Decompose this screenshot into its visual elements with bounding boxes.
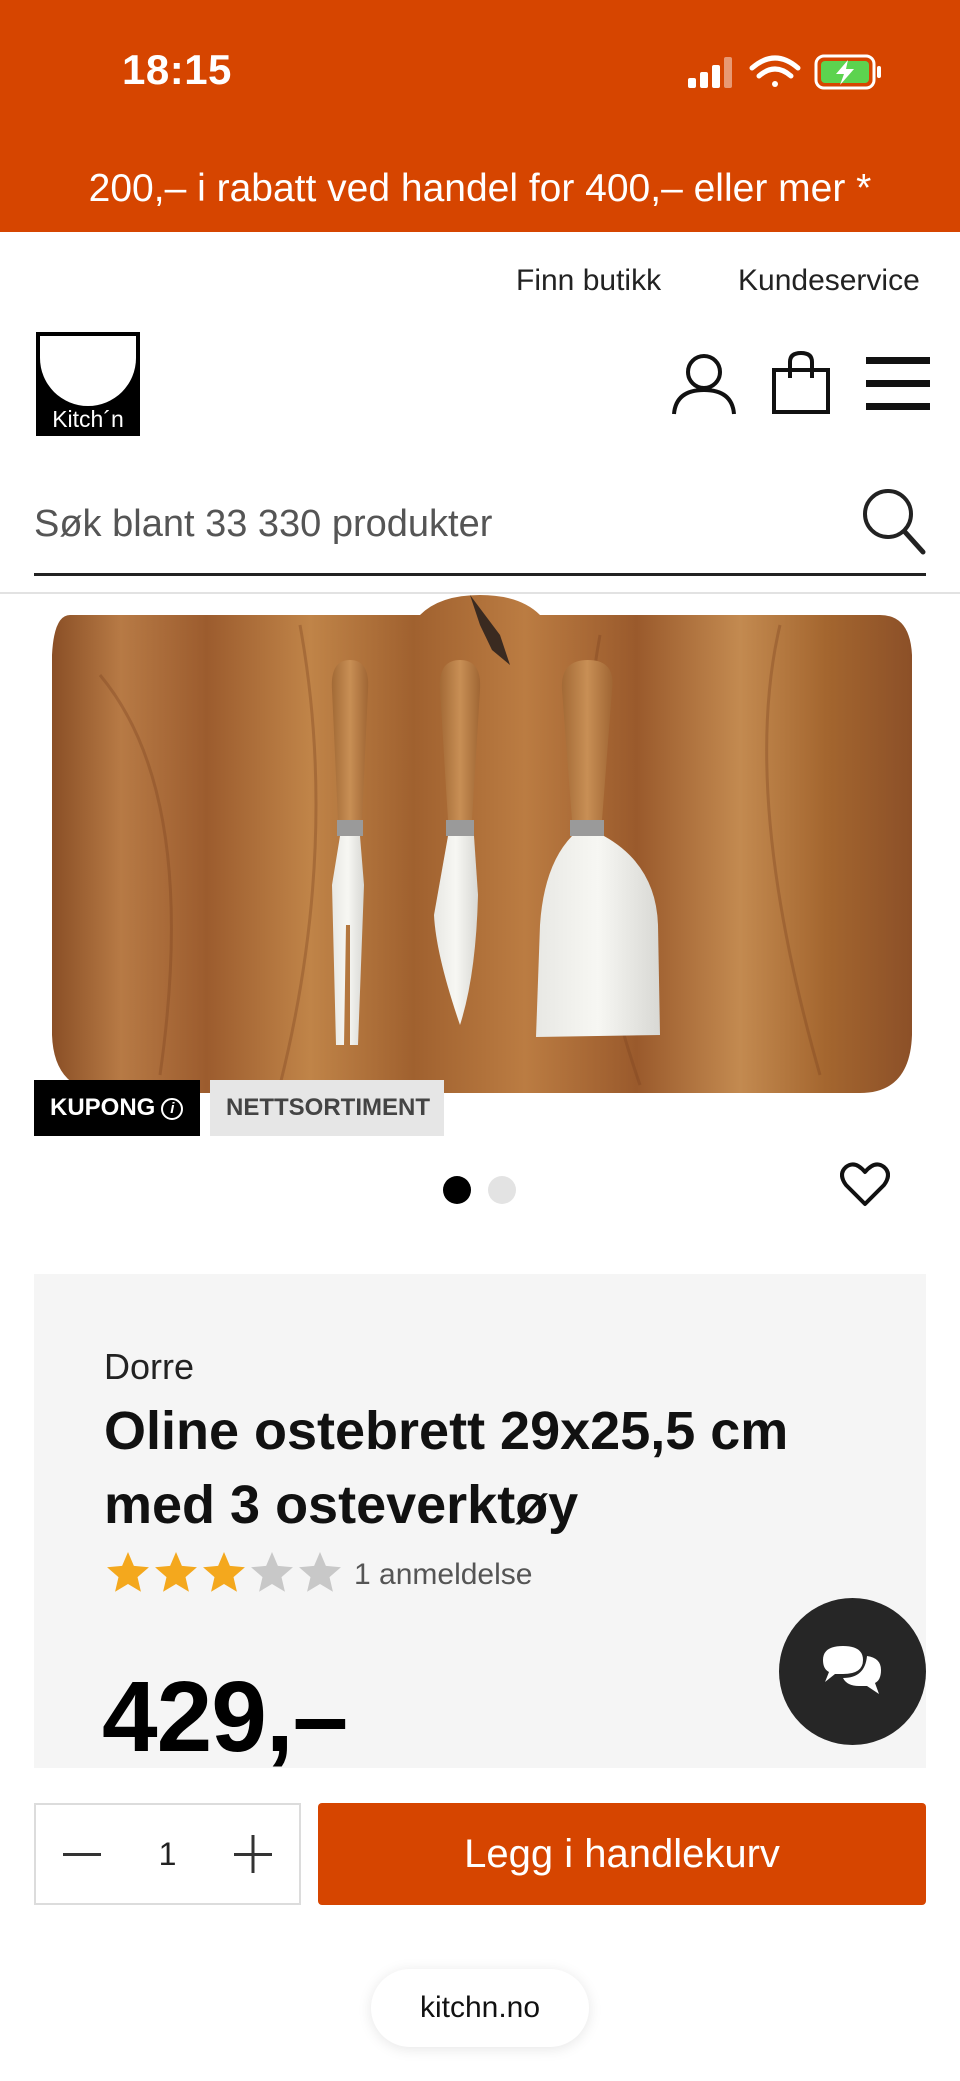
url-bar[interactable]: kitchn.no	[371, 1969, 589, 2047]
plus-icon[interactable]	[209, 1805, 299, 1903]
customer-service-link[interactable]: Kundeservice	[738, 264, 920, 298]
star-empty-icon	[251, 1552, 293, 1592]
product-brand[interactable]: Dorre	[104, 1346, 194, 1388]
bag-icon[interactable]	[770, 350, 832, 416]
product-image[interactable]	[40, 595, 920, 1095]
gallery-dot-2[interactable]	[488, 1176, 516, 1204]
minus-icon[interactable]	[36, 1805, 126, 1903]
kitchn-logo[interactable]: Kitch´n	[36, 332, 140, 436]
status-time: 18:15	[122, 46, 232, 93]
search-bar	[34, 476, 926, 576]
coupon-label: KUPONG	[50, 1094, 156, 1121]
star-filled-icon	[203, 1552, 245, 1592]
quantity-stepper: 1	[34, 1803, 301, 1905]
find-store-link[interactable]: Finn butikk	[516, 264, 661, 298]
chat-icon	[823, 1646, 881, 1694]
header-divider	[0, 592, 960, 594]
product-price: 429,–	[102, 1661, 348, 1773]
coupon-badge[interactable]: KUPONG i	[34, 1080, 200, 1136]
signal-icon	[688, 57, 732, 88]
status-bar: 18:15	[0, 0, 960, 145]
menu-icon[interactable]	[866, 355, 930, 413]
review-count[interactable]: 1 anmeldelse	[354, 1558, 532, 1592]
add-to-cart-button[interactable]: Legg i handlekurv	[318, 1803, 926, 1905]
search-icon[interactable]	[860, 486, 926, 556]
star-empty-icon	[299, 1552, 341, 1592]
quantity-value[interactable]: 1	[126, 1805, 209, 1903]
gallery-dot-1[interactable]	[443, 1176, 471, 1204]
account-icon[interactable]	[670, 352, 738, 418]
search-input[interactable]	[34, 476, 854, 572]
status-icons	[688, 54, 881, 90]
star-filled-icon	[107, 1552, 149, 1592]
rating-stars	[107, 1552, 341, 1592]
heart-icon[interactable]	[840, 1160, 890, 1208]
info-icon[interactable]: i	[161, 1097, 184, 1120]
battery-charging-icon	[814, 54, 881, 90]
promo-banner[interactable]: 200,– i rabatt ved handel for 400,– elle…	[0, 145, 960, 232]
web-only-badge: NETTSORTIMENT	[210, 1080, 444, 1136]
product-title: Oline ostebrett 29x25,5 cm med 3 ostever…	[104, 1401, 789, 1535]
chat-button[interactable]	[779, 1598, 926, 1745]
wifi-icon	[749, 55, 801, 87]
logo-text: Kitch´n	[52, 406, 124, 432]
star-filled-icon	[155, 1552, 197, 1592]
